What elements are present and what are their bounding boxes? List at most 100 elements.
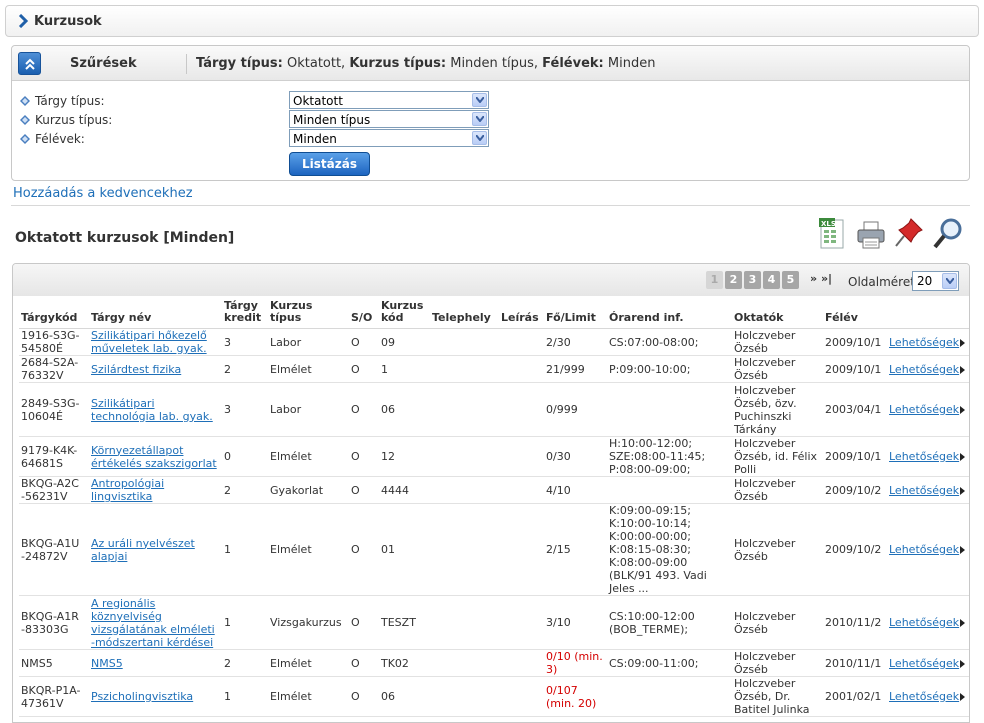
limit-cell: 0/107 (min. 20) [544,676,607,717]
course-id-cell: 06 [379,676,430,717]
teachers-cell: Holczveber Özséb [732,649,823,677]
course-type-cell: Elmélet [268,649,349,677]
last-page-button[interactable]: »| [821,272,832,285]
page-size-select[interactable]: 20 [912,271,959,291]
course-type-select[interactable]: Minden típus [289,110,489,128]
schedule-cell: P:09:00-10:00; [607,355,732,383]
course-type-cell: Elmélet [268,355,349,383]
limit-cell: 0/999 [544,382,607,437]
column-header[interactable]: Órarend inf. [607,300,732,329]
subject-name-link[interactable]: Szilikátipari hőkezelő műveletek lab. gy… [91,329,207,355]
limit-cell: 2/30 [544,328,607,356]
subject-name-link[interactable]: Szilikátipari technológia lab. gyak. [91,397,213,423]
column-header[interactable]: Tárgy kredit [222,300,268,329]
arrow-right-icon[interactable] [960,619,966,627]
options-link[interactable]: Lehetőségek [889,336,959,349]
column-header[interactable]: Kurzus kód [379,300,430,329]
arrow-right-icon[interactable] [960,338,966,347]
options-cell: Lehetőségek [887,676,969,717]
subject-name-link[interactable]: Pszicholingvisztika [91,690,193,703]
table-body: 1916-S3G-54580É Szilikátipari hőkezelő mű… [19,328,969,717]
arrow-right-icon[interactable] [960,406,966,414]
page-link-5[interactable]: 5 [782,271,799,289]
options-cell: Lehetőségek [887,436,969,477]
column-header[interactable]: Kurzus típus [268,300,349,329]
subject-name-link[interactable]: Az uráli nyelvészet alapjai [91,537,195,563]
options-link[interactable]: Lehetőségek [889,616,959,629]
course-id-cell: 09 [379,328,430,356]
options-link[interactable]: Lehetőségek [889,403,959,416]
options-link[interactable]: Lehetőségek [889,690,959,703]
summary-value: Minden [603,56,656,71]
options-cell: Lehetőségek [887,595,969,650]
semester-cell: 2009/10/1 [823,355,887,383]
page-link-2[interactable]: 2 [725,271,742,289]
chevron-right-icon [18,14,28,28]
page-header: Kurzusok [5,5,979,37]
arrow-right-icon[interactable] [960,693,966,701]
arrow-right-icon[interactable] [960,365,966,374]
options-cell: Lehetőségek [887,328,969,356]
subject-name-link[interactable]: NMS5 [91,657,123,670]
svg-text:XLS: XLS [821,220,836,228]
options-link[interactable]: Lehetőségek [889,484,959,497]
credit-cell: 2 [222,355,268,383]
next-page-button[interactable]: » [810,272,817,285]
description-cell [499,503,544,596]
print-icon[interactable] [855,216,887,252]
so-cell: O [349,476,379,504]
pin-icon[interactable] [893,216,925,252]
column-header[interactable]: Tárgy név [89,300,222,329]
page-link-1[interactable]: 1 [706,271,723,289]
dropdown-arrow-icon[interactable] [942,273,957,289]
bullet-icon [20,134,30,144]
subject-name-link[interactable]: Antropológiai lingvisztika [91,477,164,503]
subject-name-link[interactable]: Szilárdtest fizika [91,363,181,376]
schedule-cell: CS:10:00-12:00 (BOB_TERME); [607,595,732,650]
course-code-cell: BKQG-A1R -83303G [19,595,89,650]
page-link-4[interactable]: 4 [763,271,780,289]
column-header[interactable]: Fő/Limit [544,300,607,329]
pager: 1 2 3 4 5 » »| Oldalméret 20 [13,264,969,296]
column-header[interactable]: Telephely [430,300,499,329]
so-cell: O [349,436,379,477]
options-cell: Lehetőségek [887,476,969,504]
arrow-right-icon[interactable] [960,486,966,495]
course-type-cell: Gyakorlat [268,476,349,504]
search-zoom-icon[interactable] [932,216,964,252]
so-cell: O [349,382,379,437]
options-link[interactable]: Lehetőségek [889,450,959,463]
description-cell [499,649,544,677]
column-header[interactable]: Tárgykód [19,300,89,329]
column-header[interactable]: Félév [823,300,887,329]
column-header[interactable]: Oktatók [732,300,823,329]
column-header[interactable]: S/O [349,300,379,329]
so-cell: O [349,328,379,356]
subject-type-select[interactable]: Oktatott [289,91,489,109]
schedule-cell: CS:07:00-08:00; [607,328,732,356]
collapse-filter-button[interactable] [18,52,41,75]
subject-name-link[interactable]: Környezetállapot értékelés szakszigorlat [91,444,217,470]
page-link-3[interactable]: 3 [744,271,761,289]
course-table-panel: 1 2 3 4 5 » »| Oldalméret 20 Tárgykód Tá… [12,263,970,723]
excel-export-icon[interactable]: XLS [817,216,849,252]
limit-cell: 2/15 [544,503,607,596]
column-header[interactable]: Leírás [499,300,544,329]
subject-name-cell: Pszicholingvisztika [89,676,222,717]
options-link[interactable]: Lehetőségek [889,363,959,376]
options-link[interactable]: Lehetőségek [889,543,959,556]
dropdown-arrow-icon[interactable] [472,93,487,107]
credit-cell: 2 [222,649,268,677]
add-to-favorites-link[interactable]: Hozzáadás a kedvencekhez [13,186,193,201]
description-cell [499,676,544,717]
semester-select[interactable]: Minden [289,129,489,147]
dropdown-arrow-icon[interactable] [472,131,487,145]
arrow-right-icon[interactable] [960,659,966,668]
options-link[interactable]: Lehetőségek [889,657,959,670]
arrow-right-icon[interactable] [960,546,966,554]
subject-name-link[interactable]: A regionális köznyelviség vizsgálatának … [91,597,215,649]
list-button[interactable]: Listázás [289,152,370,176]
arrow-right-icon[interactable] [960,453,966,461]
summary-label: Kurzus típus: [349,56,447,71]
dropdown-arrow-icon[interactable] [472,112,487,126]
